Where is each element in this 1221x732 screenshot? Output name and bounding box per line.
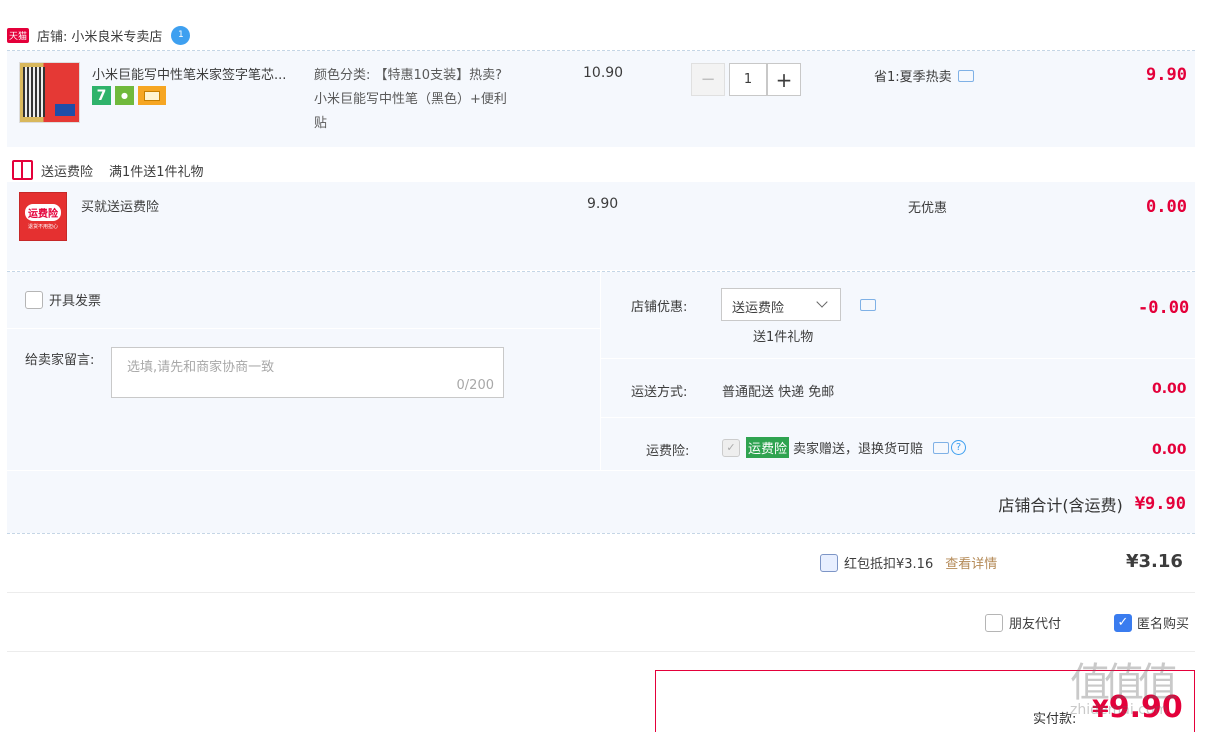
- sku-line2: 小米巨能写中性笔（黑色）+便利: [314, 92, 507, 107]
- redpacket-divider: [7, 592, 1195, 593]
- qty-plus-button[interactable]: +: [767, 63, 801, 96]
- guarantee-icon[interactable]: ●: [115, 86, 134, 105]
- message-label: 给卖家留言:: [25, 353, 95, 368]
- shop-header: 天猫 店铺: 小米良米专卖店 1: [7, 24, 191, 46]
- shipping-label: 运送方式:: [631, 385, 688, 400]
- item-promo: 省1:夏季热卖: [874, 66, 974, 85]
- right-divider-1: [601, 358, 1195, 359]
- shop-discount-value: -0.00: [1138, 298, 1190, 318]
- sku-line3: 贴: [314, 116, 328, 131]
- sku-label: 颜色分类:: [314, 68, 371, 83]
- shop-total: 店铺合计(含运费) ¥9.90: [998, 492, 1186, 516]
- item-title-link[interactable]: 小米巨能写中性笔米家签字笔芯...: [92, 64, 310, 83]
- shop-label: 店铺:: [37, 29, 68, 45]
- left-divider: [7, 328, 600, 329]
- pen-icon: [23, 67, 45, 117]
- seven-day-return-icon[interactable]: 7: [92, 86, 111, 105]
- insurance-chat-icon[interactable]: [933, 441, 950, 454]
- redpacket-option[interactable]: 红包抵扣¥3.16 查看详情: [820, 553, 997, 572]
- insurance-thumbnail: 运费险 退货不用担心: [19, 192, 67, 241]
- qty-input[interactable]: 1: [729, 63, 767, 96]
- insurance-tag: 运费险: [746, 437, 790, 458]
- redpacket-label: 红包抵扣¥3.16: [844, 557, 934, 572]
- gift-condition: 满1件送1件礼物: [109, 164, 204, 180]
- chevron-down-icon: [816, 296, 828, 308]
- anonymous-option[interactable]: ✓ 匿名购买: [1114, 613, 1189, 632]
- message-count: 0/200: [456, 378, 494, 393]
- message-textarea[interactable]: 选填,请先和商家协商一致 0/200: [111, 347, 504, 398]
- insurance-checkbox: ✓: [722, 438, 740, 457]
- watermark: 值值值 zhidemai.com: [1070, 650, 1178, 718]
- gift-header: 送运费险 满1件送1件礼物: [12, 160, 204, 180]
- anonymous-label: 匿名购买: [1137, 617, 1190, 632]
- shop-discount-label: 店铺优惠:: [631, 300, 688, 315]
- shop-name-link[interactable]: 小米良米专卖店: [71, 26, 162, 45]
- redpacket-value: ¥3.16: [1126, 551, 1183, 572]
- gift-total: 0.00: [1146, 197, 1187, 217]
- gift-label: 送运费险: [41, 164, 94, 180]
- invoice-label: 开具发票: [49, 294, 102, 309]
- insurance-label: 运费险:: [646, 444, 690, 459]
- discount-chat-icon[interactable]: [860, 299, 876, 311]
- gift-icon: [12, 160, 33, 180]
- gift-unit-price: 9.90: [587, 196, 619, 212]
- promo-text: 省1:夏季热卖: [874, 70, 952, 85]
- tmall-badge: 天猫: [7, 27, 30, 43]
- insurance-badge-icon: 运费险: [25, 203, 61, 221]
- watermark-logo: 值值值: [1070, 660, 1178, 706]
- options-divider: [7, 651, 1195, 652]
- invoice-checkbox[interactable]: [25, 290, 43, 309]
- redpacket-link[interactable]: 查看详情: [945, 553, 997, 572]
- quantity-stepper[interactable]: − 1 +: [691, 63, 801, 96]
- insurance-badge-sub: 退货不用担心: [27, 223, 58, 230]
- pack-badge-icon: [55, 104, 75, 116]
- item-total: 9.90: [1146, 65, 1187, 85]
- anonymous-checkbox[interactable]: ✓: [1114, 613, 1132, 632]
- promo-chat-icon[interactable]: [957, 69, 974, 82]
- friend-pay-option[interactable]: 朋友代付: [985, 613, 1061, 632]
- item-sku: 颜色分类: 【特惠10支装】热卖? 小米巨能写中性笔（黑色）+便利 贴: [314, 64, 544, 136]
- friend-pay-checkbox[interactable]: [985, 613, 1003, 632]
- shop-discount-sub: 送1件礼物: [753, 330, 814, 345]
- wangwang-badge: 1: [178, 30, 184, 40]
- gift-promo: 无优惠: [908, 201, 948, 216]
- qty-minus-button[interactable]: −: [691, 63, 725, 96]
- item-thumbnail[interactable]: [19, 62, 80, 123]
- insurance-desc: 卖家赠送，退换货可赔: [793, 442, 924, 457]
- redpacket-checkbox[interactable]: [820, 553, 838, 572]
- insurance-value: 0.00: [1152, 442, 1187, 458]
- shop-discount-select[interactable]: 送运费险: [721, 288, 841, 321]
- friend-pay-label: 朋友代付: [1009, 617, 1062, 632]
- shipping-value: 0.00: [1152, 381, 1187, 397]
- item-badges: 7 ●: [92, 86, 166, 105]
- shop-total-value: ¥9.90: [1134, 494, 1186, 514]
- invoice-option[interactable]: 开具发票: [25, 290, 101, 309]
- sku-line1: 【特惠10支装】热卖?: [374, 68, 502, 83]
- shop-total-divider: [7, 533, 1195, 534]
- wangwang-icon[interactable]: 1: [171, 25, 191, 45]
- panel-separator: [600, 272, 601, 470]
- shipping-method: 普通配送 快递 免邮: [722, 385, 835, 400]
- watermark-site: zhidemai.com: [1070, 702, 1169, 718]
- help-icon[interactable]: ?: [951, 440, 967, 455]
- item-unit-price: 10.90: [583, 65, 624, 81]
- credit-card-icon[interactable]: [138, 86, 166, 105]
- gift-name: 买就送运费险: [81, 200, 160, 215]
- right-divider-2: [601, 417, 1195, 418]
- message-placeholder: 选填,请先和商家协商一致: [127, 360, 275, 375]
- shop-total-label: 店铺合计(含运费): [998, 496, 1123, 515]
- shop-discount-selected: 送运费险: [732, 301, 785, 316]
- insurance-row: ✓ 运费险 卖家赠送，退换货可赔 ?: [722, 437, 967, 458]
